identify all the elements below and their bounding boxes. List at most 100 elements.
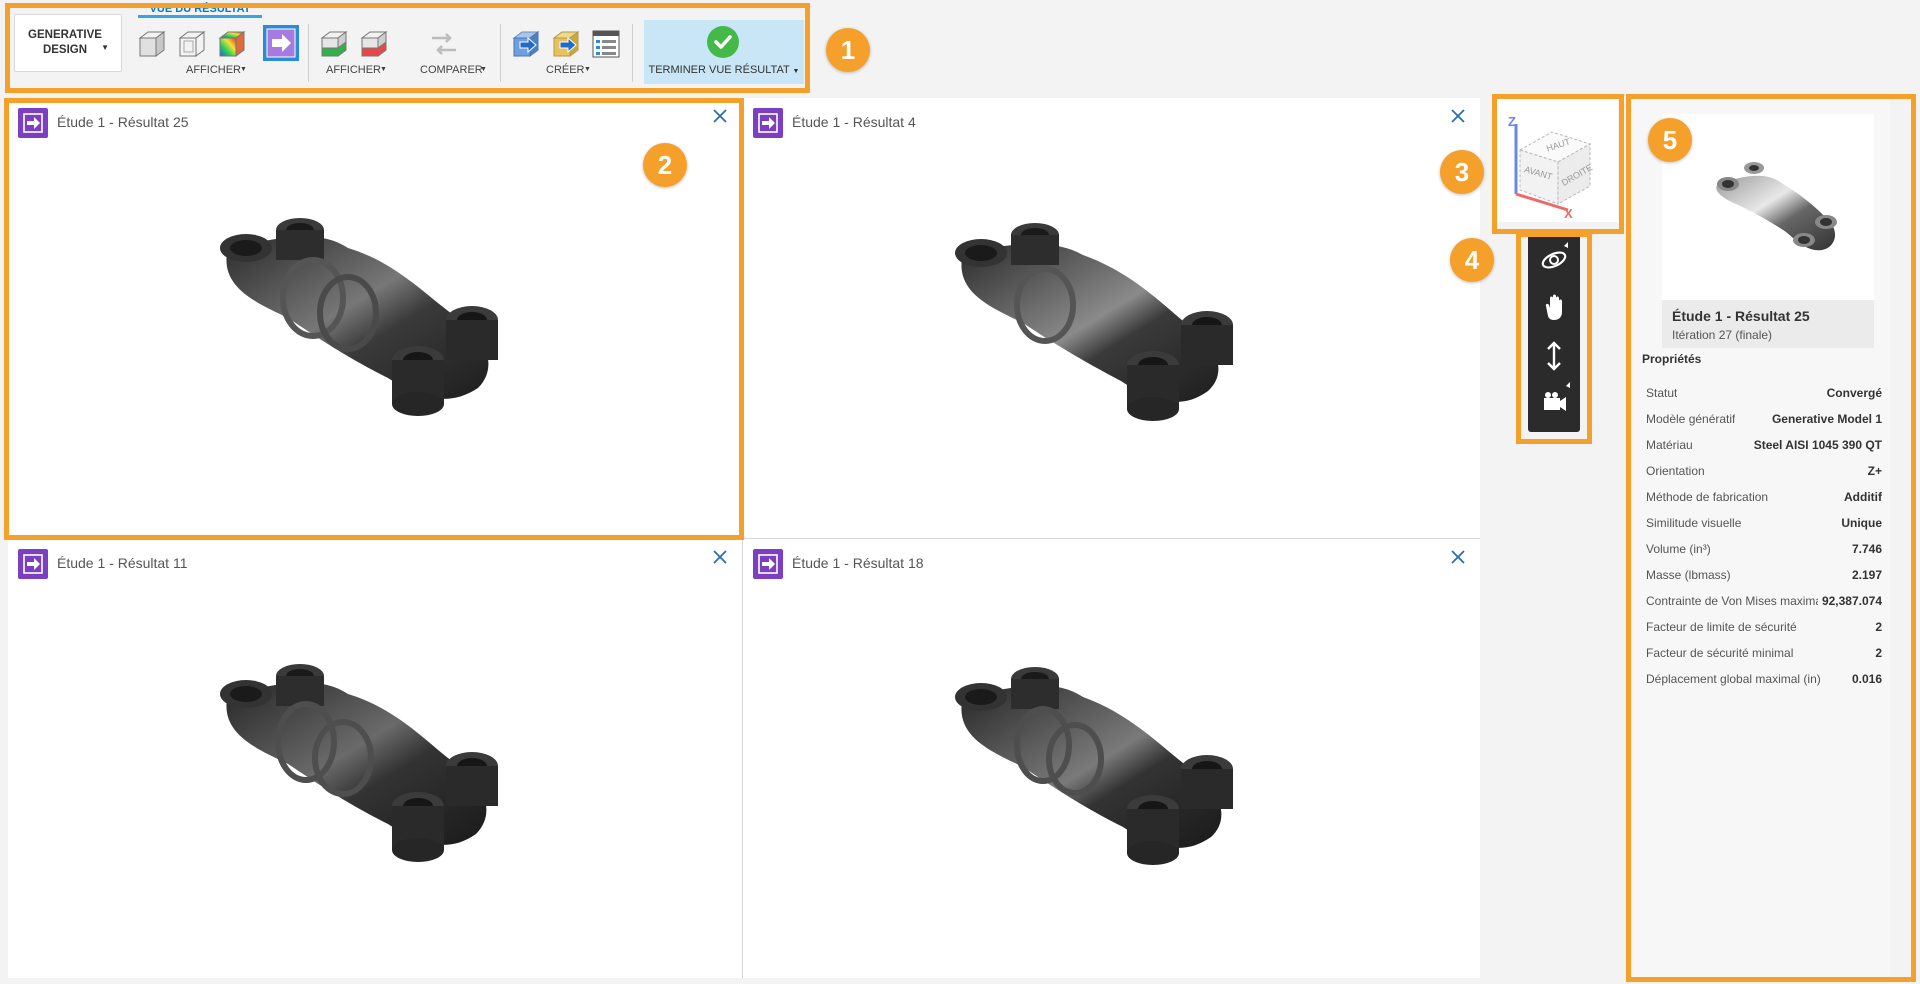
property-label: Méthode de fabrication [1646,490,1769,504]
thumbnail-caption: Étude 1 - Résultat 25 Itération 27 (fina… [1662,300,1874,348]
callout-badge-1: 1 [826,28,870,72]
property-label: Déplacement global maximal (in) [1646,672,1821,686]
chevron-down-icon: ▼ [380,66,387,73]
property-value: Z+ [1863,464,1882,478]
property-label: Modèle génératif [1646,412,1736,426]
property-row: Facteur de limite de sécurité 2 [1646,614,1882,640]
group-label-comparer[interactable]: COMPARER [420,64,483,76]
property-value: Generative Model 1 [1767,412,1882,426]
property-row: Facteur de sécurité minimal 2 [1646,640,1882,666]
close-icon[interactable] [1448,106,1468,126]
red-box-icon[interactable] [358,28,390,60]
callout-badge-4: 4 [1450,238,1494,282]
green-box-icon[interactable] [318,28,350,60]
property-label: Volume (in³) [1646,542,1711,556]
close-icon[interactable] [1448,547,1468,567]
separator [500,24,501,82]
property-row: Méthode de fabrication Additif [1646,484,1882,510]
property-row: Matériau Steel AISI 1045 390 QT [1646,432,1882,458]
property-row: Contrainte de Von Mises maximale 92,387.0… [1646,588,1882,614]
solid-box-icon[interactable] [136,28,168,60]
property-label: Contrainte de Von Mises maximale [1646,594,1832,608]
viewcube[interactable]: Z X HAUT AVANT DROITE [1494,98,1618,222]
result-thumbnail-card[interactable]: Étude 1 - Résultat 25 Itération 27 (fina… [1662,114,1874,348]
property-value: 92,387.074 [1817,594,1882,608]
property-value: 7.746 [1847,542,1882,556]
result-model-image [955,667,1233,865]
ribbon-toolbar: GENERATIVE DESIGN ▼ VUE DU RÉSULTAT AFFI… [10,3,808,90]
chevron-down-icon: ▼ [240,66,247,73]
chevron-down-icon: ▼ [792,68,800,75]
result-export-icon[interactable] [18,108,48,138]
callout-badge-3: 3 [1440,150,1484,194]
finish-result-view-button[interactable]: TERMINER VUE RÉSULTAT ▼ [644,20,804,84]
result-export-icon[interactable] [753,549,783,579]
viewport-title: Étude 1 - Résultat 4 [792,114,916,130]
create-yellow-arrow-icon[interactable] [550,28,582,60]
property-row: Statut Convergé [1646,380,1882,406]
compare-arrows-icon[interactable] [428,28,460,60]
property-label: Facteur de sécurité minimal [1646,646,1794,660]
result-model-image [220,664,498,862]
tab-vue-du-resultat[interactable]: VUE DU RÉSULTAT [138,0,262,18]
result-model-image [955,223,1233,421]
group-label-afficher[interactable]: AFFICHER [186,64,241,76]
property-label: Similitude visuelle [1646,516,1742,530]
group-label-creer[interactable]: CRÉER [546,64,585,76]
property-value: Unique [1837,516,1882,530]
chevron-down-icon: ▼ [584,66,591,73]
close-icon[interactable] [710,547,730,567]
properties-heading: Propriétés [1642,352,1702,366]
axis-z-label: Z [1508,114,1516,129]
properties-list-icon[interactable] [590,28,622,60]
chevron-down-icon: ▼ [101,43,109,52]
thumbnail-title: Étude 1 - Résultat 25 [1672,308,1810,324]
viewport-title: Étude 1 - Résultat 11 [57,555,188,571]
group-label-afficher-2[interactable]: AFFICHER [326,64,381,76]
property-label: Statut [1646,386,1678,400]
result-model-image [220,218,498,416]
viewport-title: Étude 1 - Résultat 25 [57,114,189,130]
property-label: Matériau [1646,438,1693,452]
camera-icon[interactable] [1534,382,1574,422]
property-row: Masse (lbmass) 2.197 [1646,562,1882,588]
navigation-bar [1528,232,1580,432]
separator [632,24,633,82]
property-value: 2 [1871,620,1882,634]
thumbnail-subtitle: Itération 27 (finale) [1672,328,1773,342]
callout-badge-2: 2 [643,143,687,187]
zoom-icon[interactable] [1534,336,1574,376]
property-row: Orientation Z+ [1646,458,1882,484]
pan-hand-icon[interactable] [1534,288,1574,328]
result-export-icon[interactable] [753,108,783,138]
result-export-icon[interactable] [18,549,48,579]
color-map-icon[interactable] [216,28,248,60]
property-row: Similitude visuelle Unique [1646,510,1882,536]
separator [308,24,309,82]
property-label: Facteur de limite de sécurité [1646,620,1797,634]
property-value: Convergé [1822,386,1882,400]
property-label: Orientation [1646,464,1705,478]
workspace-switcher-button[interactable]: GENERATIVE DESIGN ▼ [14,14,122,72]
viewport-result-11[interactable]: Étude 1 - Résultat 11 [8,539,742,978]
axis-x-label: X [1564,206,1573,221]
create-blue-arrow-icon[interactable] [510,28,542,60]
finish-label: TERMINER VUE RÉSULTAT [648,64,790,76]
property-value: Additif [1840,490,1882,504]
properties-panel: Étude 1 - Résultat 25 Itération 27 (fina… [1632,98,1890,978]
property-value: 0.016 [1847,672,1882,686]
viewport-result-25[interactable]: Étude 1 - Résultat 25 [8,98,742,538]
viewport-result-18[interactable]: Étude 1 - Résultat 18 [743,539,1480,978]
export-result-icon[interactable] [262,24,300,62]
callout-badge-5: 5 [1648,118,1692,162]
orbit-icon[interactable] [1534,240,1574,280]
close-icon[interactable] [710,106,730,126]
wireframe-box-icon[interactable] [176,28,208,60]
property-value: 2.197 [1847,568,1882,582]
property-row: Déplacement global maximal (in) 0.016 [1646,666,1882,692]
chevron-down-icon: ▼ [480,66,487,73]
property-value: Steel AISI 1045 390 QT [1749,438,1882,452]
viewport-title: Étude 1 - Résultat 18 [792,555,924,571]
viewport-result-4[interactable]: Étude 1 - Résultat 4 [743,98,1480,538]
property-row: Volume (in³) 7.746 [1646,536,1882,562]
